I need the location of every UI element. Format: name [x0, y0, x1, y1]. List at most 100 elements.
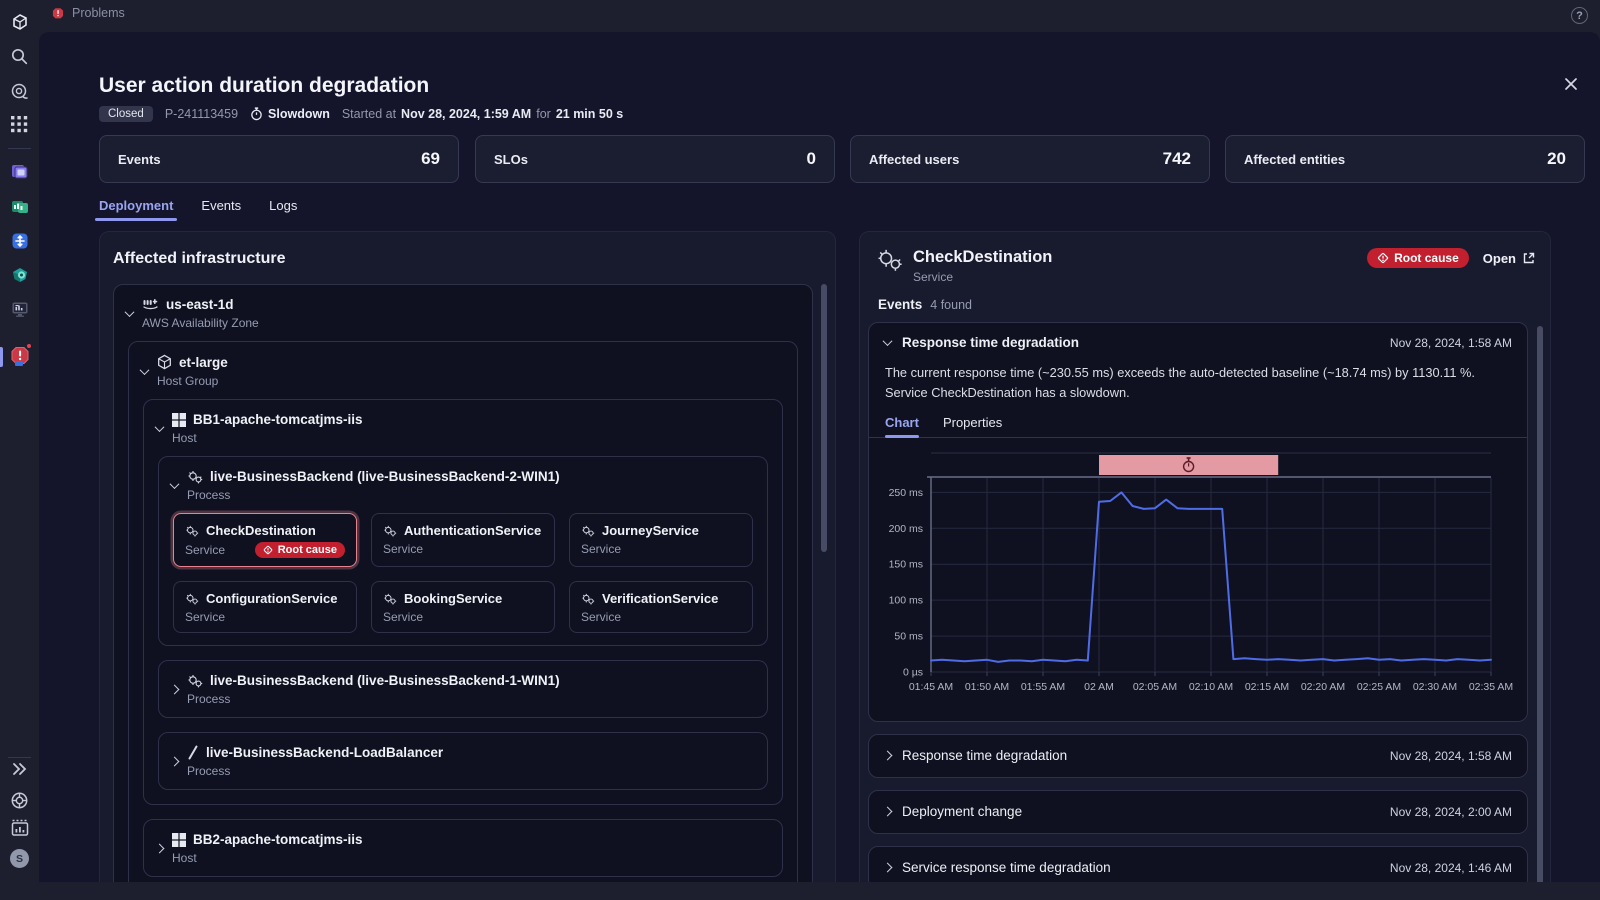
svg-text:02 AM: 02 AM: [1084, 681, 1114, 693]
search-icon[interactable]: [0, 47, 39, 66]
services-grid: CheckDestination Service Root cause Auth…: [173, 513, 753, 633]
tree-node-host-group-header[interactable]: et-large Host Group: [129, 342, 797, 399]
tree-node-host2[interactable]: BB2-apache-tomcatjms-iis Host: [143, 819, 783, 877]
event-card-collapsed[interactable]: Response time degradation Nov 28, 2024, …: [868, 733, 1528, 778]
chevron-right-icon[interactable]: [169, 756, 180, 767]
chevron-right-icon[interactable]: [882, 806, 893, 817]
sidebar-divider-bottom: [8, 757, 31, 758]
tree-node-process2[interactable]: live-BusinessBackend (live-BusinessBacke…: [158, 660, 768, 718]
tab-logs[interactable]: Logs: [269, 198, 297, 221]
app-root: S Problems ? User action duration degrad…: [0, 0, 1600, 900]
tree-node-process1-header[interactable]: live-BusinessBackend (live-BusinessBacke…: [159, 457, 767, 513]
service-chip-checkdestination[interactable]: CheckDestination Service Root cause: [173, 513, 357, 567]
tree-node-process3-header[interactable]: live-BusinessBackend-LoadBalancer Proces…: [159, 733, 767, 789]
close-icon[interactable]: [1563, 76, 1583, 96]
problem-start-time: Started at Nov 28, 2024, 1:59 AM for 21 …: [341, 107, 624, 121]
tab-events[interactable]: Events: [201, 198, 241, 221]
top-bar: Problems ?: [39, 0, 1600, 32]
chevron-down-icon[interactable]: [169, 479, 180, 490]
question-icon[interactable]: ?: [1571, 7, 1588, 24]
service-chip-bookingservice[interactable]: BookingService Service: [371, 581, 555, 633]
observe-icon[interactable]: [0, 82, 39, 102]
service-chip-journeyservice[interactable]: JourneyService Service: [569, 513, 753, 567]
process3-name: live-BusinessBackend-LoadBalancer: [206, 745, 444, 760]
entity-detail-panel: CheckDestination Service Root cause Open…: [859, 231, 1551, 882]
chevron-down-icon[interactable]: [139, 364, 150, 375]
dashboards-icon[interactable]: [0, 819, 39, 837]
tree-node-host2-header[interactable]: BB2-apache-tomcatjms-iis Host: [144, 820, 782, 876]
tree-node-az[interactable]: us-east-1d AWS Availability Zone et-larg…: [113, 284, 813, 882]
svg-text:02:05 AM: 02:05 AM: [1133, 681, 1177, 693]
service-icon: [384, 525, 397, 536]
event-card-collapsed[interactable]: Deployment change Nov 28, 2024, 2:00 AM: [868, 789, 1528, 834]
left-panel-scrollbar[interactable]: [821, 284, 827, 552]
tree-node-host1-header[interactable]: BB1-apache-tomcatjms-iis Host: [144, 400, 782, 456]
service-icon: [186, 593, 199, 604]
event-date: Nov 28, 2024, 1:58 AM: [1389, 748, 1512, 763]
tree-node-host1[interactable]: BB1-apache-tomcatjms-iis Host live-Busin…: [143, 399, 783, 805]
dynatrace-logo-icon[interactable]: [0, 12, 39, 32]
event-card-collapsed[interactable]: Service response time degradation Nov 28…: [868, 845, 1528, 882]
event-date: Nov 28, 2024, 1:46 AM: [1389, 860, 1512, 875]
tree-node-process2-header[interactable]: live-BusinessBackend (live-BusinessBacke…: [159, 661, 767, 717]
event-title: Response time degradation: [902, 335, 1080, 350]
host-group-type: Host Group: [157, 374, 219, 388]
svg-text:02:30 AM: 02:30 AM: [1413, 681, 1457, 693]
tree-node-process3[interactable]: live-BusinessBackend-LoadBalancer Proces…: [158, 732, 768, 790]
hosts-app-icon[interactable]: [0, 298, 39, 320]
stat-card-affected-users: Affected users 742: [850, 135, 1210, 183]
service-chip-authenticationservice[interactable]: AuthenticationService Service: [371, 513, 555, 567]
svg-text:01:45 AM: 01:45 AM: [909, 681, 953, 693]
open-button[interactable]: Open: [1483, 251, 1536, 266]
tree-node-process1[interactable]: live-BusinessBackend (live-BusinessBacke…: [158, 456, 768, 646]
problems-tab[interactable]: Problems: [51, 6, 125, 20]
apps-grid-icon[interactable]: [0, 116, 39, 133]
process1-type: Process: [187, 488, 231, 502]
left-rail: S: [0, 0, 39, 900]
detail-entity-name: CheckDestination: [913, 248, 1053, 266]
chevron-down-icon[interactable]: [124, 307, 135, 318]
main-tabs: Deployment Events Logs: [94, 198, 297, 221]
service-icon: [582, 593, 595, 604]
chevron-right-icon[interactable]: [882, 750, 893, 761]
service-chip-configurationservice[interactable]: ConfigurationService Service: [173, 581, 357, 633]
problems-app-icon[interactable]: [0, 342, 39, 366]
problem-detail-card: User action duration degradation Closed …: [39, 32, 1600, 882]
chevron-right-icon[interactable]: [154, 843, 165, 854]
process3-type: Process: [187, 764, 231, 778]
service-chip-verificationservice[interactable]: VerificationService Service: [569, 581, 753, 633]
analytics-app-icon[interactable]: [0, 196, 39, 218]
az-name: us-east-1d: [166, 297, 234, 312]
infrastructure-app-icon[interactable]: [0, 161, 39, 183]
chevron-right-icon[interactable]: [169, 684, 180, 695]
chevron-right-icon[interactable]: [882, 862, 893, 873]
stat-card-affected-entities: Affected entities 20: [1225, 135, 1585, 183]
event-tabs: Chart Properties: [869, 415, 1527, 438]
services-app-icon[interactable]: [0, 230, 39, 252]
expand-rail-icon[interactable]: [0, 762, 39, 776]
kubernetes-app-icon[interactable]: [0, 264, 39, 286]
windows-icon: [172, 412, 186, 427]
right-panel-scrollbar[interactable]: [1537, 326, 1543, 882]
detail-header: CheckDestination Service Root cause Open: [876, 248, 1536, 284]
event-expanded-header[interactable]: Response time degradation Nov 28, 2024, …: [869, 323, 1527, 362]
tab-deployment[interactable]: Deployment: [94, 198, 178, 221]
tree-node-host-group[interactable]: et-large Host Group BB1-apache-tomcatjms…: [128, 341, 798, 882]
problems-tab-label: Problems: [72, 6, 125, 20]
events-list: Response time degradation Nov 28, 2024, …: [868, 322, 1528, 882]
support-lifebuoy-icon[interactable]: [0, 791, 39, 810]
tree-node-az-header[interactable]: us-east-1d AWS Availability Zone: [114, 285, 812, 341]
tab-properties[interactable]: Properties: [943, 415, 1002, 437]
svg-text:01:55 AM: 01:55 AM: [1021, 681, 1065, 693]
affected-infrastructure-panel: Affected infrastructure us-east-1d AWS A…: [99, 231, 836, 882]
event-title: Service response time degradation: [902, 860, 1111, 876]
svg-text:02:15 AM: 02:15 AM: [1245, 681, 1289, 693]
svg-text:200 ms: 200 ms: [889, 522, 923, 534]
user-avatar[interactable]: S: [0, 849, 39, 868]
svg-text:150 ms: 150 ms: [889, 558, 923, 570]
chevron-down-icon[interactable]: [882, 336, 893, 347]
event-description: The current response time (~230.55 ms) e…: [885, 365, 1475, 400]
chevron-down-icon[interactable]: [154, 422, 165, 433]
tab-chart[interactable]: Chart: [885, 415, 919, 438]
event-date: Nov 28, 2024, 1:58 AM: [1389, 335, 1512, 350]
